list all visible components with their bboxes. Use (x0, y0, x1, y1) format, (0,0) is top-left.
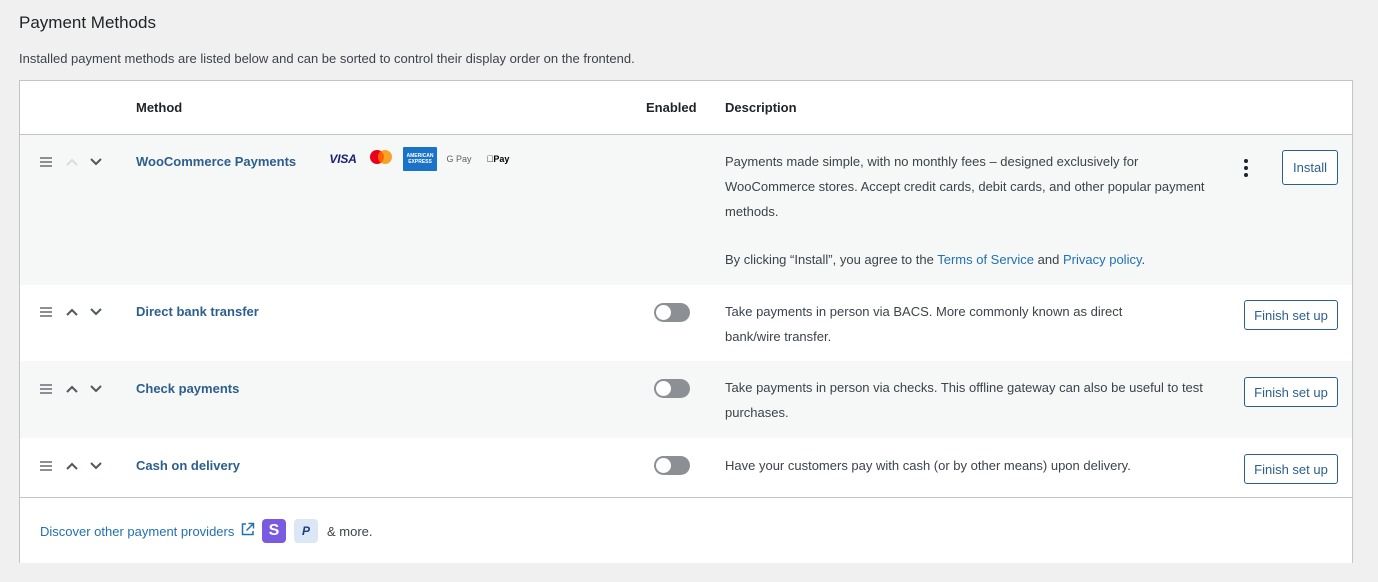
table-header: Method Enabled Description (20, 81, 1352, 135)
move-up-icon[interactable] (64, 304, 80, 320)
finish-set-up-button[interactable]: Finish set up (1244, 300, 1338, 330)
header-enabled: Enabled (646, 100, 697, 115)
enable-toggle[interactable] (654, 303, 690, 322)
toggle-knob (656, 381, 671, 396)
drag-handle-icon[interactable] (40, 157, 54, 169)
toggle-knob (656, 458, 671, 473)
method-name-cash-on-delivery[interactable]: Cash on delivery (136, 457, 240, 475)
terms-of-service-link[interactable]: Terms of Service (937, 252, 1034, 267)
method-description: Take payments in person via checks. This… (725, 380, 1203, 420)
paypal-logo-icon: P (294, 519, 318, 543)
row-controls (40, 380, 106, 400)
description-text: Payments made simple, with no monthly fe… (725, 154, 1205, 219)
drag-handle-icon[interactable] (40, 384, 54, 396)
install-agreement: By clicking “Install”, you agree to the … (725, 252, 1146, 267)
move-up-icon (64, 154, 80, 170)
toggle-knob (656, 305, 671, 320)
table-row-woocommerce-payments: WooCommerce Payments VISA AMERICAN EXPRES… (20, 135, 1352, 285)
apple-pay-logo-icon: Pay (487, 154, 510, 164)
finish-set-up-button[interactable]: Finish set up (1244, 377, 1338, 407)
row-controls (40, 153, 106, 173)
install-button[interactable]: Install (1282, 150, 1338, 185)
enable-toggle[interactable] (654, 456, 690, 475)
method-name-check-payments[interactable]: Check payments (136, 380, 239, 398)
enable-toggle[interactable] (654, 379, 690, 398)
move-up-icon[interactable] (64, 381, 80, 397)
finish-set-up-button[interactable]: Finish set up (1244, 454, 1338, 484)
amex-logo-icon: AMERICAN EXPRESS (403, 147, 437, 171)
table-row-direct-bank-transfer: Direct bank transfer Take payments in pe… (20, 285, 1352, 361)
header-description: Description (725, 100, 797, 115)
privacy-policy-link[interactable]: Privacy policy (1063, 252, 1142, 267)
external-link-icon[interactable] (240, 522, 255, 537)
move-down-icon[interactable] (88, 381, 104, 397)
table-row-check-payments: Check payments Take payments in person v… (20, 361, 1352, 438)
method-name-woocommerce-payments[interactable]: WooCommerce Payments (136, 153, 296, 171)
page-description: Installed payment methods are listed bel… (19, 51, 635, 66)
move-down-icon (88, 458, 104, 474)
move-up-icon[interactable] (64, 458, 80, 474)
table-row-cash-on-delivery: Cash on delivery Have your customers pay… (20, 438, 1352, 497)
method-description: Have your customers pay with cash (or by… (725, 458, 1131, 473)
discover-providers-link[interactable]: Discover other payment providers (40, 524, 234, 540)
mastercard-logo-icon (364, 147, 398, 171)
table-footer: Discover other payment providers S P & m… (20, 497, 1352, 563)
payment-methods-table: Method Enabled Description WooCommerce P… (19, 80, 1353, 563)
row-controls (40, 303, 106, 323)
method-name-direct-bank-transfer[interactable]: Direct bank transfer (136, 303, 259, 321)
stripe-logo-icon: S (262, 519, 286, 543)
row-controls (40, 457, 106, 477)
move-down-icon[interactable] (88, 304, 104, 320)
page-title: Payment Methods (19, 13, 157, 32)
method-description: Take payments in person via BACS. More c… (725, 304, 1123, 344)
google-pay-logo-icon: G Pay (446, 154, 472, 164)
drag-handle-icon[interactable] (40, 461, 54, 473)
method-description: Payments made simple, with no monthly fe… (725, 149, 1215, 272)
drag-handle-icon[interactable] (40, 307, 54, 319)
header-method: Method (136, 100, 183, 115)
visa-logo-icon: VISA (329, 152, 357, 166)
more-text: & more. (327, 524, 373, 539)
move-down-icon[interactable] (88, 154, 104, 170)
more-options-icon[interactable] (1242, 159, 1250, 179)
